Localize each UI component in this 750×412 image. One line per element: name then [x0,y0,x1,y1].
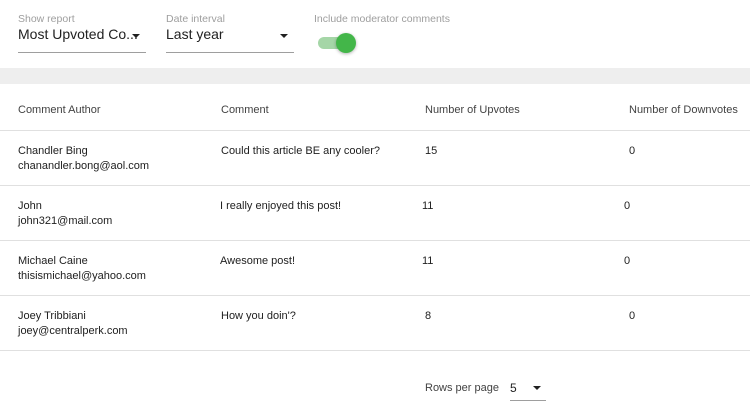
comment-text: Awesome post! [220,255,296,267]
rows-per-page-select[interactable]: 5 [510,380,546,401]
toggle-thumb [336,33,356,53]
author-name: Michael Caine [18,255,88,267]
chevron-down-icon [132,34,140,38]
rows-per-page-label: Rows per page [425,382,499,394]
author-email: chanandler.bong@aol.com [18,160,150,172]
author-name: John [18,200,42,212]
table-bottom-border [0,350,750,351]
section-divider [0,68,750,84]
column-header-comment[interactable]: Comment [221,104,269,116]
column-header-author[interactable]: Comment Author [18,104,101,116]
comment-text: How you doin'? [221,310,296,322]
table-row: John john321@mail.com I really enjoyed t… [0,185,750,240]
table-row: Chandler Bing chanandler.bong@aol.com Co… [0,130,750,185]
moderator-comments-control: Include moderator comments [314,13,450,25]
show-report-select[interactable]: Most Upvoted Co... [18,18,146,53]
author-name: Chandler Bing [18,145,88,157]
author-name: Joey Tribbiani [18,310,86,322]
comment-text: Could this article BE any cooler? [221,145,380,157]
author-cell: Chandler Bing chanandler.bong@aol.com [18,144,149,174]
downvotes-value: 0 [629,145,636,157]
downvotes-value: 0 [624,200,631,212]
author-email: joey@centralperk.com [18,325,128,337]
rows-per-page-value: 5 [510,381,517,395]
author-cell: Michael Caine thisismichael@yahoo.com [18,254,146,284]
upvotes-value: 8 [425,310,432,322]
downvotes-value: 0 [629,310,636,322]
author-cell: John john321@mail.com [18,199,112,229]
chevron-down-icon [533,386,541,390]
report-filters: Show report Most Upvoted Co... Date inte… [0,0,750,68]
chevron-down-icon [280,34,288,38]
upvotes-value: 11 [422,200,434,212]
author-email: john321@mail.com [18,215,113,227]
moderator-comments-label: Include moderator comments [314,13,450,25]
upvotes-value: 11 [422,255,434,267]
column-header-downvotes[interactable]: Number of Downvotes [629,104,738,116]
column-header-upvotes[interactable]: Number of Upvotes [425,104,520,116]
date-interval-select[interactable]: Last year [166,18,294,53]
show-report-value: Most Upvoted Co... [18,26,138,42]
comment-text: I really enjoyed this post! [220,200,342,212]
table-row: Joey Tribbiani joey@centralperk.com How … [0,295,750,350]
author-cell: Joey Tribbiani joey@centralperk.com [18,309,128,339]
author-email: thisismichael@yahoo.com [18,270,146,282]
upvotes-value: 15 [425,145,438,157]
table-row: Michael Caine thisismichael@yahoo.com Aw… [0,240,750,295]
moderator-comments-toggle[interactable] [318,33,356,53]
date-interval-value: Last year [166,26,224,42]
downvotes-value: 0 [624,255,631,267]
